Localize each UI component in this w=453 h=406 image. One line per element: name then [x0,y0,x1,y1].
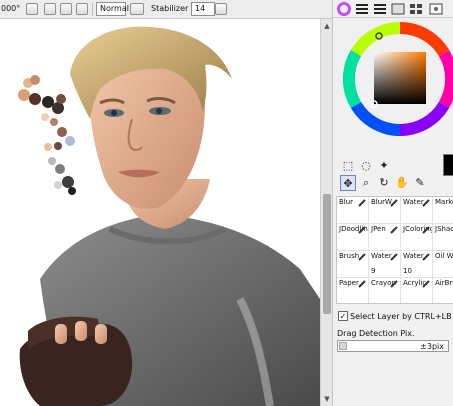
move-icon[interactable]: ✥ [340,175,356,191]
brush-slot[interactable]: AirBru [433,278,453,303]
hand-tool-button[interactable] [130,3,144,15]
brush-slot[interactable]: Crayon [369,278,401,303]
brush-slot[interactable]: Water 10 [401,251,433,278]
drag-detection-slider[interactable]: ±3pix [337,340,449,352]
navigation-tools-row: ✥ ⌕ ↻ ✋ ✎ [336,175,452,191]
rect-select-icon[interactable]: ⬚ [340,158,356,174]
brush-label: Marke [435,198,453,206]
hsv-sliders-tab-icon[interactable] [373,2,387,16]
gloved-hand [19,316,133,406]
flip-button[interactable] [76,3,88,15]
brush-icon [422,253,430,261]
rgb-sliders-tab-icon[interactable] [355,2,369,16]
brush-icon [358,280,366,288]
brush-slot[interactable]: JDoodlin [337,224,369,251]
rotate-right-button[interactable] [60,3,72,15]
color-wheel[interactable] [342,21,453,137]
scratchpad-tab-icon[interactable] [429,2,443,16]
scroll-up-icon[interactable]: ▲ [322,21,332,31]
brush-icon [422,199,430,207]
zoom-icon[interactable]: ⌕ [358,175,374,191]
brush-label: Water [403,198,424,206]
checkbox-checked-icon[interactable]: ✓ [338,311,348,321]
brush-label: Water [371,252,392,260]
blend-mode-select[interactable]: Normal [96,2,129,16]
brush-label: Blur [339,198,354,206]
rotate-icon[interactable]: ↻ [376,175,392,191]
rotate-reset-button[interactable] [26,3,38,15]
brush-slot[interactable]: Oil Wa [433,251,453,278]
brush-label: Oil Wa [435,252,453,260]
brush-label: JPen [371,225,386,233]
brush-slot[interactable]: JShad [433,224,453,251]
brush-icon [422,226,430,234]
drag-detection-label: Drag Detection Pix. [337,329,415,338]
brush-slot[interactable]: Marke [433,197,453,224]
rotate-left-button[interactable] [44,3,56,15]
color-wheel-tab-icon[interactable] [337,2,351,16]
brush-icon [358,199,366,207]
brush-icon [390,280,398,288]
hand-icon[interactable]: ✋ [394,175,410,191]
brush-icon [390,226,398,234]
brush-size: 10 [403,267,412,275]
brush-slot[interactable]: BlurW [369,197,401,224]
brush-slot[interactable]: Acrylic [401,278,433,303]
brush-slot[interactable]: JColoring [401,224,433,251]
brush-slot[interactable]: Brush [337,251,369,278]
swatch-tab-icon[interactable] [409,2,423,16]
color-mixer-tab-icon[interactable] [391,2,405,16]
scroll-down-icon[interactable]: ▼ [322,394,332,404]
canvas-vertical-scrollbar[interactable]: ▲ ▼ [320,19,332,406]
brush-slot[interactable]: Water 9 [369,251,401,278]
slider-knob[interactable] [339,342,347,350]
brush-slot[interactable]: Paper [337,278,369,303]
eyedropper-icon[interactable]: ✎ [412,175,428,191]
stabilizer-select[interactable]: 14 [191,2,215,16]
toolbar-divider [92,3,93,16]
brush-label: AirBru [435,279,453,287]
tool-panel: ⬚ ◌ ✦ ✥ ⌕ ↻ ✋ ✎ Blur BlurW Water Marke [332,0,453,406]
brush-slot[interactable]: JPen [369,224,401,251]
brush-icon [358,226,366,234]
selection-tools-row: ⬚ ◌ ✦ [336,158,452,174]
brush-icon [390,199,398,207]
brush-label: Brush [339,252,360,260]
stabilizer-dropdown-button[interactable] [215,3,227,15]
brush-slot[interactable]: Blur [337,197,369,224]
brush-icon [390,253,398,261]
select-layer-option[interactable]: ✓ Select Layer by CTRL+LB [338,311,452,323]
brush-tool-grid: Blur BlurW Water Marke JDoodlin JPen [336,196,453,304]
color-swatch-dabs [18,75,76,195]
top-toolbar: 000° Normal Stabilizer 14 [0,0,332,19]
brush-label: Paper [339,279,359,287]
scroll-thumb[interactable] [323,194,331,314]
artwork-illustration [18,26,320,406]
color-panel-tabs [333,0,453,18]
brush-label: BlurW [371,198,392,206]
stabilizer-label: Stabilizer [151,4,189,13]
select-layer-label: Select Layer by CTRL+LB [350,312,452,321]
brush-slot[interactable]: Water [401,197,433,224]
brush-icon [422,280,430,288]
lasso-icon[interactable]: ◌ [358,158,374,174]
magic-wand-icon[interactable]: ✦ [376,158,392,174]
brush-label: Water [403,252,424,260]
drawing-canvas[interactable] [0,19,320,406]
brush-label: JShad [435,225,453,233]
brush-icon [358,253,366,261]
rotation-readout: 000° [1,4,21,13]
brush-size: 9 [371,267,376,275]
drag-detection-value: ±3pix [420,342,444,351]
